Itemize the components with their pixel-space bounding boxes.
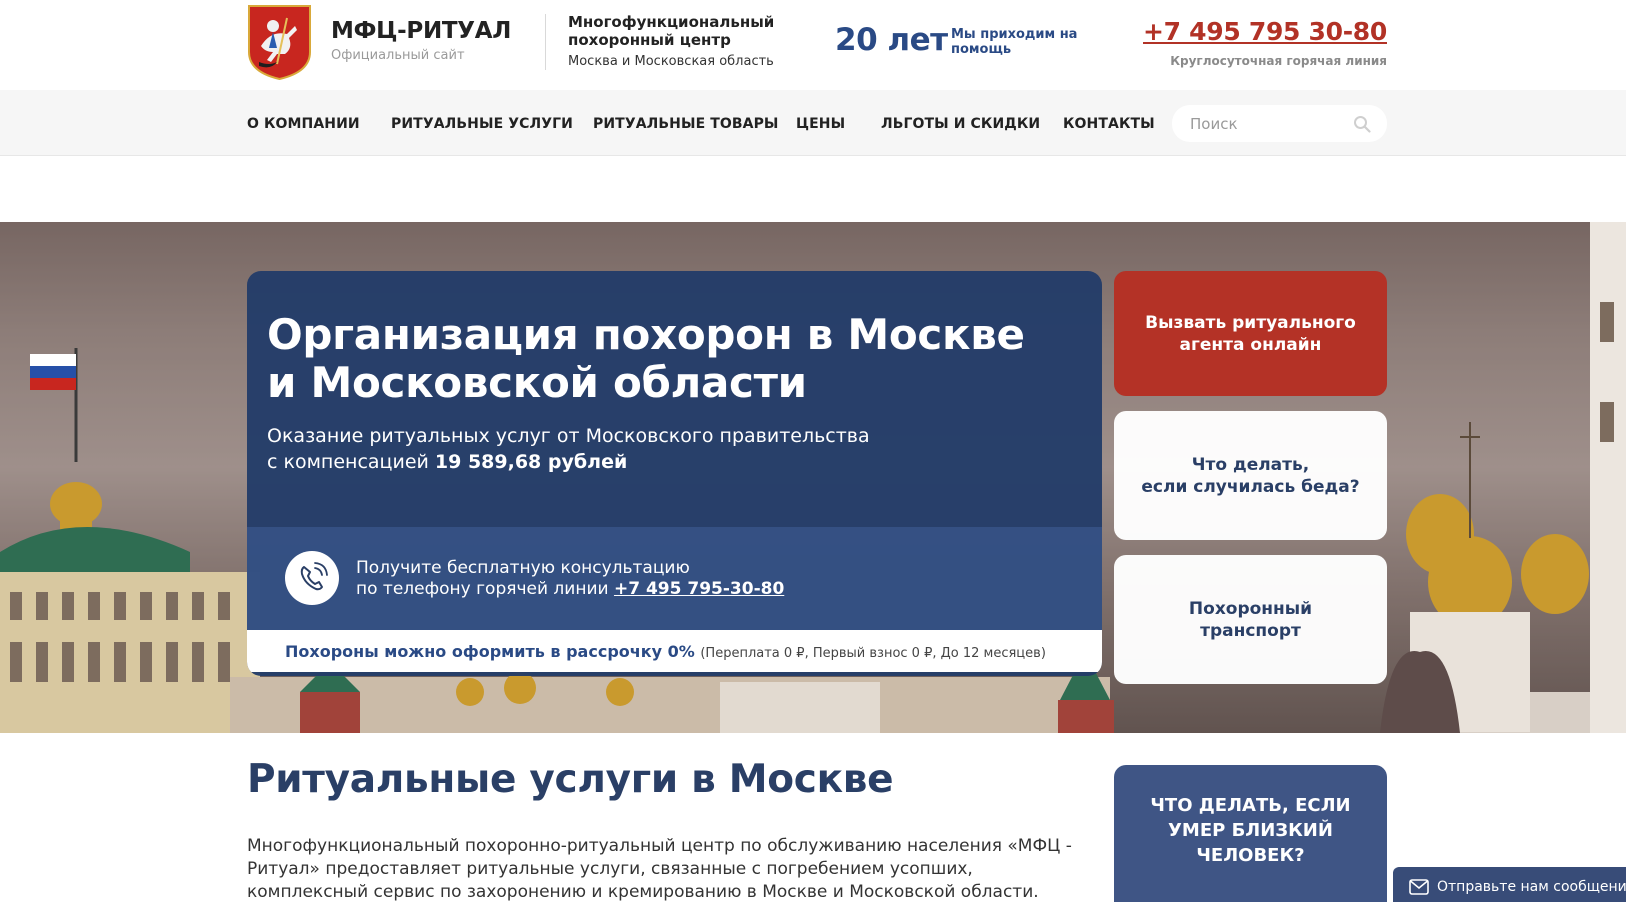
- brand-name[interactable]: МФЦ-РИТУАЛ: [331, 18, 511, 44]
- installment-text: Похороны можно оформить в рассрочку 0% (…: [285, 642, 1046, 661]
- main-nav: О КОМПАНИИ РИТУАЛЬНЫЕ УСЛУГИ РИТУАЛЬНЫЕ …: [0, 90, 1626, 156]
- section-title: Ритуальные услуги в Москве: [247, 757, 894, 802]
- call-agent-label: Вызвать ритуального агента онлайн: [1145, 312, 1356, 355]
- header-divider: [545, 14, 546, 70]
- what-to-do-label: Что делать, если случилась беда?: [1141, 454, 1360, 497]
- nav-item-goods[interactable]: РИТУАЛЬНЫЕ ТОВАРЫ: [593, 116, 779, 132]
- moscow-coat-of-arms-logo[interactable]: [247, 4, 312, 80]
- years-tagline: Мы приходим на помощь: [951, 27, 1078, 57]
- consultation-text: Получите бесплатную консультацию по теле…: [356, 558, 956, 600]
- years-badge: 20 лет: [835, 22, 948, 58]
- compensation-amount: 19 589,68 рублей: [434, 451, 628, 473]
- hero-title: Организация похорон в Москве и Московско…: [267, 310, 1025, 407]
- hotline-caption: Круглосуточная горячая линия: [1170, 54, 1387, 68]
- consult-phone-link[interactable]: +7 495 795-30-80: [614, 579, 784, 599]
- hero-section: Организация похорон в Москве и Московско…: [0, 222, 1626, 733]
- section-text: Многофункциональный похоронно-ритуальный…: [247, 836, 1072, 902]
- center-subtitle: Москва и Московская область: [568, 54, 774, 69]
- if-relative-died-label: ЧТО ДЕЛАТЬ, ЕСЛИ УМЕР БЛИЗКИЙ ЧЕЛОВЕК?: [1150, 795, 1351, 866]
- search-box: [1172, 105, 1387, 142]
- hero-description: Оказание ритуальных услуг от Московского…: [267, 423, 1067, 475]
- hero-text-line1: Оказание ритуальных услуг от Московского…: [267, 425, 870, 447]
- what-to-do-button[interactable]: Что делать, если случилась беда?: [1114, 411, 1387, 540]
- send-message-tab[interactable]: Отправьте нам сообщение: [1393, 867, 1626, 902]
- search-icon[interactable]: [1353, 115, 1371, 133]
- consult-line1: Получите бесплатную консультацию: [356, 558, 690, 578]
- if-relative-died-box[interactable]: ЧТО ДЕЛАТЬ, ЕСЛИ УМЕР БЛИЗКИЙ ЧЕЛОВЕК?: [1114, 765, 1387, 902]
- call-agent-button[interactable]: Вызвать ритуального агента онлайн: [1114, 271, 1387, 396]
- hotline-phone-link[interactable]: +7 495 795 30-80: [1143, 17, 1387, 46]
- consult-line2-prefix: по телефону горячей линии: [356, 579, 614, 599]
- installment-note: (Переплата 0 ₽, Первый взнос 0 ₽, До 12 …: [700, 646, 1046, 661]
- installment-band: Похороны можно оформить в рассрочку 0% (…: [247, 630, 1102, 672]
- nav-item-contacts[interactable]: КОНТАКТЫ: [1063, 116, 1155, 132]
- brand-subtitle: Официальный сайт: [331, 48, 465, 63]
- hero-card: Организация похорон в Москве и Московско…: [247, 271, 1102, 676]
- center-title: Многофункциональный похоронный центр: [568, 13, 775, 49]
- funeral-transport-label: Похоронный транспорт: [1188, 598, 1313, 641]
- phone-icon: [300, 562, 328, 591]
- phone-icon-circle: [285, 551, 339, 605]
- site-header: МФЦ-РИТУАЛ Официальный сайт Многофункцио…: [0, 0, 1626, 88]
- installment-headline: Похороны можно оформить в рассрочку 0%: [285, 642, 695, 661]
- consultation-band: Получите бесплатную консультацию по теле…: [247, 527, 1102, 630]
- nav-item-prices[interactable]: ЦЕНЫ: [796, 116, 845, 132]
- nav-item-benefits[interactable]: ЛЬГОТЫ И СКИДКИ: [881, 116, 1040, 132]
- hero-text-line2-prefix: с компенсацией: [267, 451, 435, 473]
- envelope-icon: [1409, 879, 1429, 895]
- nav-item-about[interactable]: О КОМПАНИИ: [247, 116, 360, 132]
- nav-item-services[interactable]: РИТУАЛЬНЫЕ УСЛУГИ: [391, 116, 573, 132]
- funeral-transport-button[interactable]: Похоронный транспорт: [1114, 555, 1387, 684]
- search-input[interactable]: [1190, 105, 1350, 142]
- send-message-label: Отправьте нам сообщение: [1437, 879, 1626, 895]
